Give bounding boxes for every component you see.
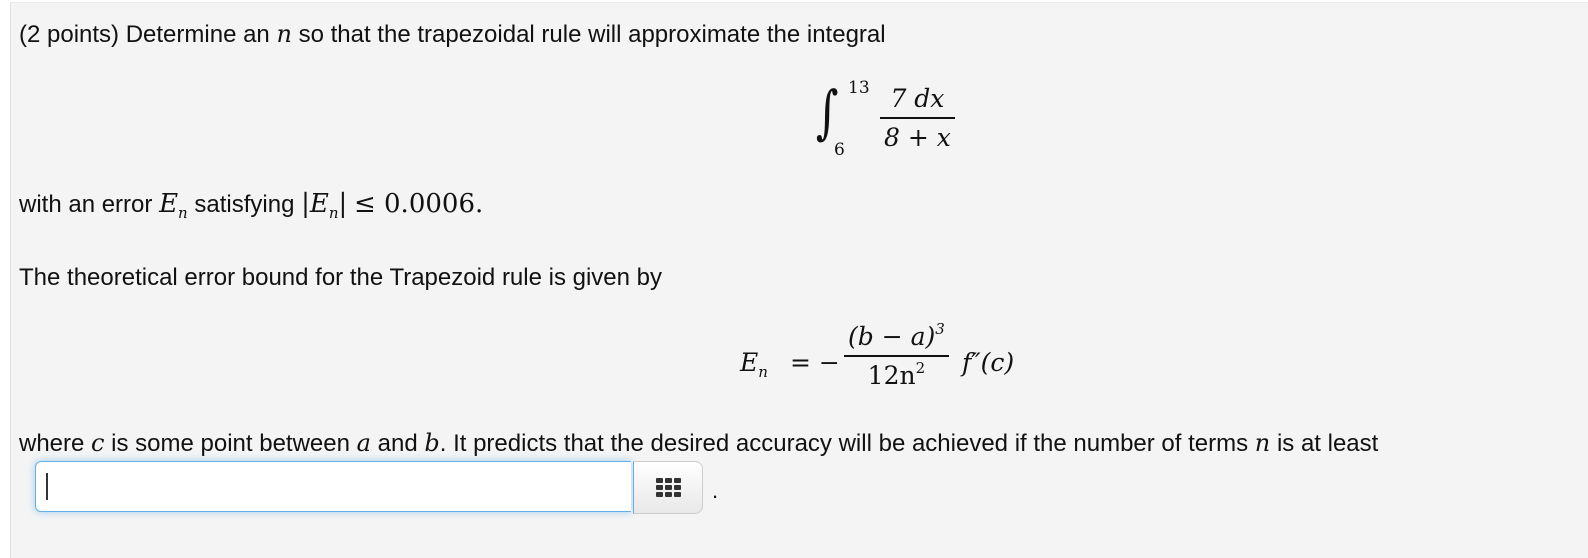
- answer-field-group: [35, 461, 705, 516]
- integrand-numerator: 7 dx: [890, 84, 945, 113]
- formula-lhs: En: [740, 348, 768, 381]
- formula-lhs-sub: n: [758, 363, 768, 381]
- integrand-fraction: 7 dx 8 + x: [880, 84, 955, 152]
- integral-expression: ∫ 13 6 7 dx 8 + x: [812, 78, 972, 168]
- abs-error-subscript: n: [328, 204, 339, 222]
- formula-denominator: 12n2: [844, 355, 949, 390]
- error-line: with an error En satisfying |En| ≤ 0.000…: [19, 189, 484, 222]
- error-bound-formula: En = − (b − a)3 12n2 f″(c): [740, 320, 1060, 406]
- error-condition: ≤ 0.0006.: [353, 189, 484, 219]
- math-keypad-button[interactable]: [633, 461, 703, 514]
- error-subscript: n: [178, 204, 188, 222]
- bound-intro: The theoretical error bound for the Trap…: [19, 264, 663, 291]
- integral-lower-limit: 6: [834, 140, 845, 160]
- conclusion-part2: is some point between: [111, 430, 350, 457]
- conclusion-var-a: a: [356, 429, 371, 457]
- conclusion-part5: is at least: [1276, 430, 1379, 457]
- conclusion-var-n: n: [1254, 429, 1271, 457]
- conclusion-var-b: b: [424, 429, 440, 457]
- formula-numerator-text: (b − a): [848, 322, 936, 351]
- conclusion-part4: . It predicts that the desired accuracy …: [439, 430, 1249, 457]
- formula-denominator-exp: 2: [915, 359, 926, 377]
- error-line-prefix: with an error: [19, 191, 153, 218]
- formula-lhs-symbol: E: [740, 348, 759, 377]
- intro-var-n: n: [276, 20, 292, 48]
- formula-equals: = −: [790, 348, 840, 377]
- integrand-denominator: 8 + x: [880, 117, 955, 152]
- problem-intro: (2 points) Determine an n so that the tr…: [19, 20, 886, 49]
- error-symbol: E: [159, 189, 179, 219]
- conclusion-var-c: c: [91, 429, 105, 457]
- integral-sign-icon: ∫: [815, 78, 839, 146]
- conclusion-part3: and: [377, 430, 418, 457]
- intro-prefix: (2 points) Determine an: [19, 21, 270, 48]
- error-line-mid: satisfying: [194, 191, 295, 218]
- formula-denominator-text: 12n: [867, 361, 916, 390]
- intro-suffix: so that the trapezoidal rule will approx…: [298, 21, 886, 48]
- text-caret: [46, 473, 48, 500]
- answer-input[interactable]: [35, 461, 631, 512]
- integral-upper-limit: 13: [848, 78, 870, 98]
- formula-numerator: (b − a)3: [844, 320, 949, 355]
- abs-error-symbol: E: [309, 189, 329, 219]
- conclusion-part1: where: [19, 430, 85, 457]
- formula-fraction: (b − a)3 12n2: [844, 320, 949, 390]
- conclusion-line: where c is some point between a and b. I…: [19, 429, 1378, 458]
- formula-rhs: f″(c): [962, 348, 1015, 377]
- formula-numerator-exp: 3: [935, 320, 945, 338]
- keypad-grid-icon: [655, 478, 681, 497]
- trailing-period: .: [712, 478, 719, 503]
